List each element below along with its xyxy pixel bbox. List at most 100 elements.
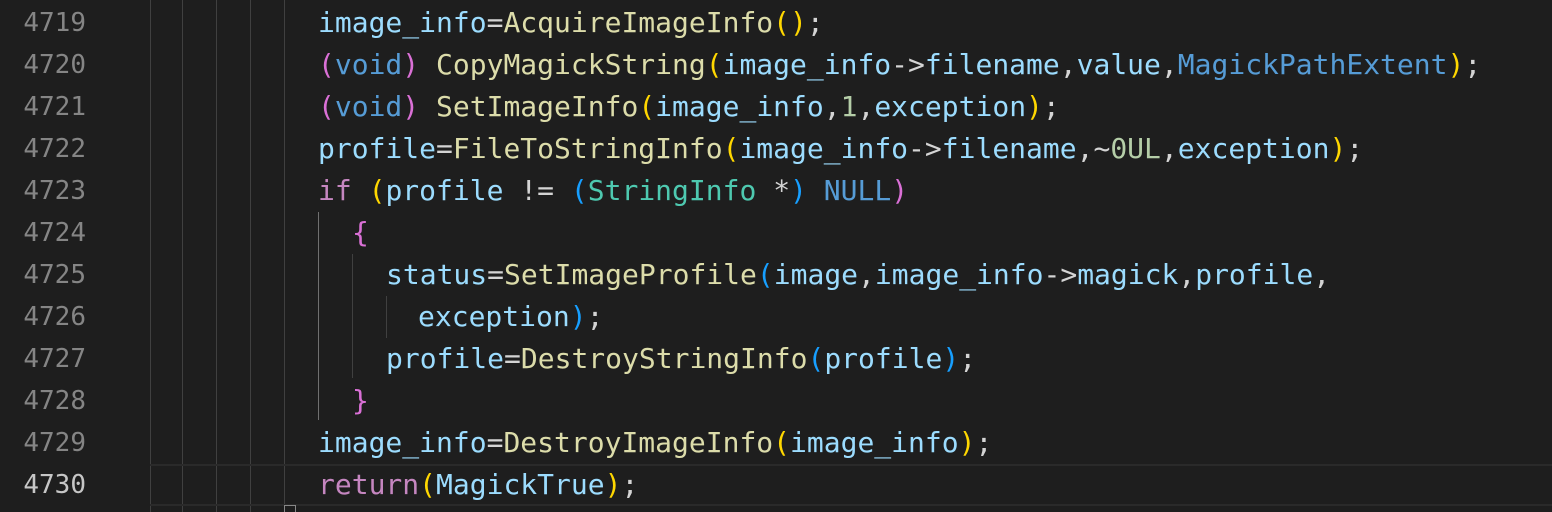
code-token: filename [924, 48, 1060, 81]
code-token: image_info [790, 426, 959, 459]
code-token: != [503, 174, 571, 207]
code-token: MagickTrue [436, 468, 605, 501]
code-line[interactable]: 4719 image_info=AcquireImageInfo(); [0, 2, 1552, 44]
code-editor[interactable]: 4719 image_info=AcquireImageInfo(); 4720 (v… [0, 0, 1552, 512]
line-number[interactable]: 4728 [0, 380, 86, 422]
code-token: ; [586, 300, 604, 333]
code-text[interactable]: status=SetImageProfile(image,image_info-… [386, 254, 1330, 296]
code-token: 1 [840, 90, 858, 123]
line-number[interactable]: 4730 [0, 464, 86, 506]
code-token: = [487, 258, 505, 291]
code-token: image_info [655, 90, 824, 123]
code-text[interactable]: } [352, 380, 369, 422]
line-number[interactable]: 4726 [0, 296, 86, 338]
code-line[interactable]: 4720 (void) CopyMagickString(image_info->… [0, 44, 1552, 86]
fold-marker-icon[interactable] [284, 505, 296, 512]
code-token: ) [790, 174, 807, 207]
code-text[interactable]: profile=DestroyStringInfo(profile); [386, 338, 976, 380]
code-line[interactable]: 4729 image_info=DestroyImageInfo(image_in… [0, 422, 1552, 464]
code-token: ( [705, 48, 723, 81]
code-text[interactable]: return(MagickTrue); [318, 464, 638, 506]
code-token: ; [1042, 90, 1060, 123]
code-token: , [1059, 48, 1077, 81]
code-text[interactable]: image_info=DestroyImageInfo(image_info); [318, 422, 992, 464]
line-number[interactable]: 4720 [0, 44, 86, 86]
code-line[interactable]: 4725 status=SetImageProfile(image,image_i… [0, 254, 1552, 296]
code-token: CopyMagickString [436, 48, 706, 81]
code-text[interactable]: if (profile != (StringInfo *) NULL) [318, 170, 908, 212]
code-token: image [773, 258, 859, 291]
code-token: profile [318, 132, 437, 165]
code-token: ( [318, 90, 335, 123]
code-token: DestroyStringInfo [520, 342, 808, 375]
code-token: -> [1043, 258, 1078, 291]
line-number[interactable]: 4725 [0, 254, 86, 296]
line-number[interactable]: 4719 [0, 2, 86, 44]
code-token: { [352, 216, 369, 249]
code-token: ( [722, 132, 740, 165]
code-token: ; [975, 426, 993, 459]
code-line[interactable]: 4726 exception); [0, 296, 1552, 338]
code-token: ( [638, 90, 656, 123]
code-text[interactable]: { [352, 212, 369, 254]
code-token: , [1076, 132, 1094, 165]
code-token: magick [1077, 258, 1179, 291]
code-token: * [773, 174, 791, 207]
code-token: ( [807, 342, 825, 375]
code-token: profile [385, 174, 504, 207]
code-line[interactable]: 4722 profile=FileToStringInfo(image_info-… [0, 128, 1552, 170]
code-token: FileToStringInfo [452, 132, 723, 165]
code-token: ; [621, 468, 639, 501]
code-token: ) [942, 342, 960, 375]
code-token: status [386, 258, 488, 291]
code-token: ; [806, 6, 824, 39]
code-line[interactable]: 4727 profile=DestroyStringInfo(profile); [0, 338, 1552, 380]
code-line[interactable]: 4721 (void) SetImageInfo(image_info,1,exc… [0, 86, 1552, 128]
code-token: profile [824, 342, 943, 375]
code-token: ( [773, 426, 791, 459]
code-token: ) [1329, 132, 1347, 165]
code-token: ( [368, 174, 386, 207]
line-number[interactable]: 4721 [0, 86, 86, 128]
code-token: ) [604, 468, 622, 501]
line-number[interactable]: 4722 [0, 128, 86, 170]
code-token: SetImageProfile [504, 258, 757, 291]
code-token: profile [386, 342, 505, 375]
code-token: ) [402, 90, 420, 123]
code-token: image_info [318, 426, 487, 459]
code-token: } [352, 384, 369, 417]
line-number[interactable]: 4724 [0, 212, 86, 254]
code-token: NULL [823, 174, 892, 207]
code-token: , [857, 90, 875, 123]
code-token: exception [1177, 132, 1330, 165]
code-token: -> [908, 132, 942, 165]
code-token: , [1178, 258, 1196, 291]
line-number[interactable]: 4729 [0, 422, 86, 464]
code-token: ) [402, 48, 420, 81]
line-number[interactable]: 4723 [0, 170, 86, 212]
code-token: ; [959, 342, 977, 375]
code-token: StringInfo [587, 174, 757, 207]
code-text[interactable]: image_info=AcquireImageInfo(); [318, 2, 824, 44]
line-number[interactable]: 4727 [0, 338, 86, 380]
code-text[interactable]: exception); [418, 296, 603, 338]
code-token: image_info [739, 132, 909, 165]
code-token: image_info [318, 6, 487, 39]
code-line[interactable]: 4724 { [0, 212, 1552, 254]
code-text[interactable]: profile=FileToStringInfo(image_info->fil… [318, 128, 1363, 170]
code-text[interactable]: (void) CopyMagickString(image_info->file… [318, 44, 1481, 86]
code-token: = [486, 6, 504, 39]
code-line[interactable]: 4730 return(MagickTrue); [0, 464, 1552, 506]
code-token: exception [874, 90, 1027, 123]
code-token: profile [1195, 258, 1314, 291]
code-token: ( [756, 258, 774, 291]
code-line[interactable]: 4728} [0, 380, 1552, 422]
code-token: filename [941, 132, 1077, 165]
code-line[interactable]: 4723 if (profile != (StringInfo *) NULL) [0, 170, 1552, 212]
code-text[interactable]: (void) SetImageInfo(image_info,1,excepti… [318, 86, 1060, 128]
